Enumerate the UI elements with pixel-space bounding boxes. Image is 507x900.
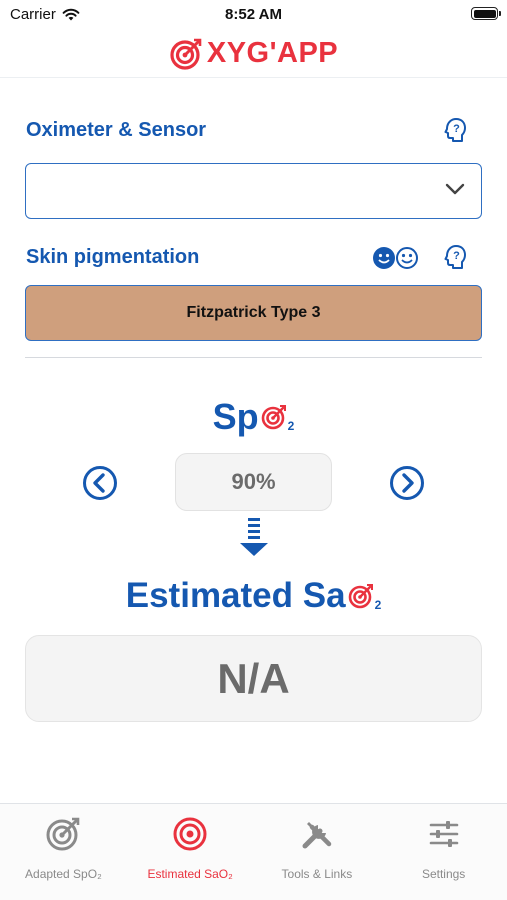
decrease-button[interactable] (82, 465, 118, 501)
estimated-subscript: 2 (374, 598, 382, 612)
tab-label: Tools & Links (281, 867, 353, 881)
fitzpatrick-value: Fitzpatrick Type 3 (186, 304, 321, 321)
estimated-result-display: N/A (25, 635, 482, 722)
spo2-subscript: 2 (287, 419, 295, 433)
section-divider (25, 357, 482, 358)
target-arrow-icon (46, 817, 80, 851)
target-arrow-logo-icon (170, 38, 202, 70)
estimated-value: N/A (217, 654, 290, 702)
skin-tone-faces-icon (373, 247, 418, 269)
estimated-sao2-title: Estimated Sa 2 (0, 576, 507, 616)
svg-text:?: ? (453, 250, 460, 262)
down-arrow-icon (240, 518, 268, 556)
battery-icon (471, 7, 501, 20)
help-head-icon[interactable]: ? (443, 244, 467, 270)
tab-estimated-sao2[interactable]: Estimated SaO₂ (127, 804, 254, 900)
app-header: XYG'APP (0, 30, 507, 78)
oximeter-label: Oximeter & Sensor (26, 119, 207, 141)
oximeter-select[interactable] (25, 163, 482, 219)
spo2-title-text: Sp (212, 396, 259, 437)
tab-bar: Adapted SpO₂ Estimated SaO₂ Tools & Link… (0, 803, 507, 900)
estimated-title-text: Estimated Sa (125, 576, 346, 615)
target-icon (173, 817, 207, 851)
skin-pigmentation-label: Skin pigmentation (26, 246, 200, 268)
tab-label: Estimated SaO₂ (147, 867, 233, 881)
spo2-value: 90% (231, 469, 276, 494)
tab-adapted-spo2[interactable]: Adapted SpO₂ (0, 804, 127, 900)
svg-text:?: ? (453, 123, 460, 135)
tab-tools-links[interactable]: Tools & Links (254, 804, 381, 900)
target-arrow-o-icon (261, 405, 286, 430)
increase-button[interactable] (389, 465, 425, 501)
tab-label: Settings (421, 867, 466, 881)
tab-settings[interactable]: Settings (380, 804, 507, 900)
tools-icon (302, 822, 332, 849)
help-head-icon[interactable]: ? (443, 117, 467, 143)
chevron-down-icon (445, 183, 465, 195)
tab-label: Adapted SpO₂ (25, 867, 102, 881)
spo2-value-display[interactable]: 90% (175, 453, 332, 511)
sliders-icon (429, 821, 458, 847)
clock: 8:52 AM (225, 6, 282, 23)
status-bar: Carrier 8:52 AM (0, 0, 507, 28)
target-arrow-o-icon (348, 584, 373, 609)
spo2-title: Sp 2 (0, 396, 507, 438)
app-title: XYG'APP (206, 37, 339, 69)
fitzpatrick-selector[interactable]: Fitzpatrick Type 3 (25, 285, 482, 341)
